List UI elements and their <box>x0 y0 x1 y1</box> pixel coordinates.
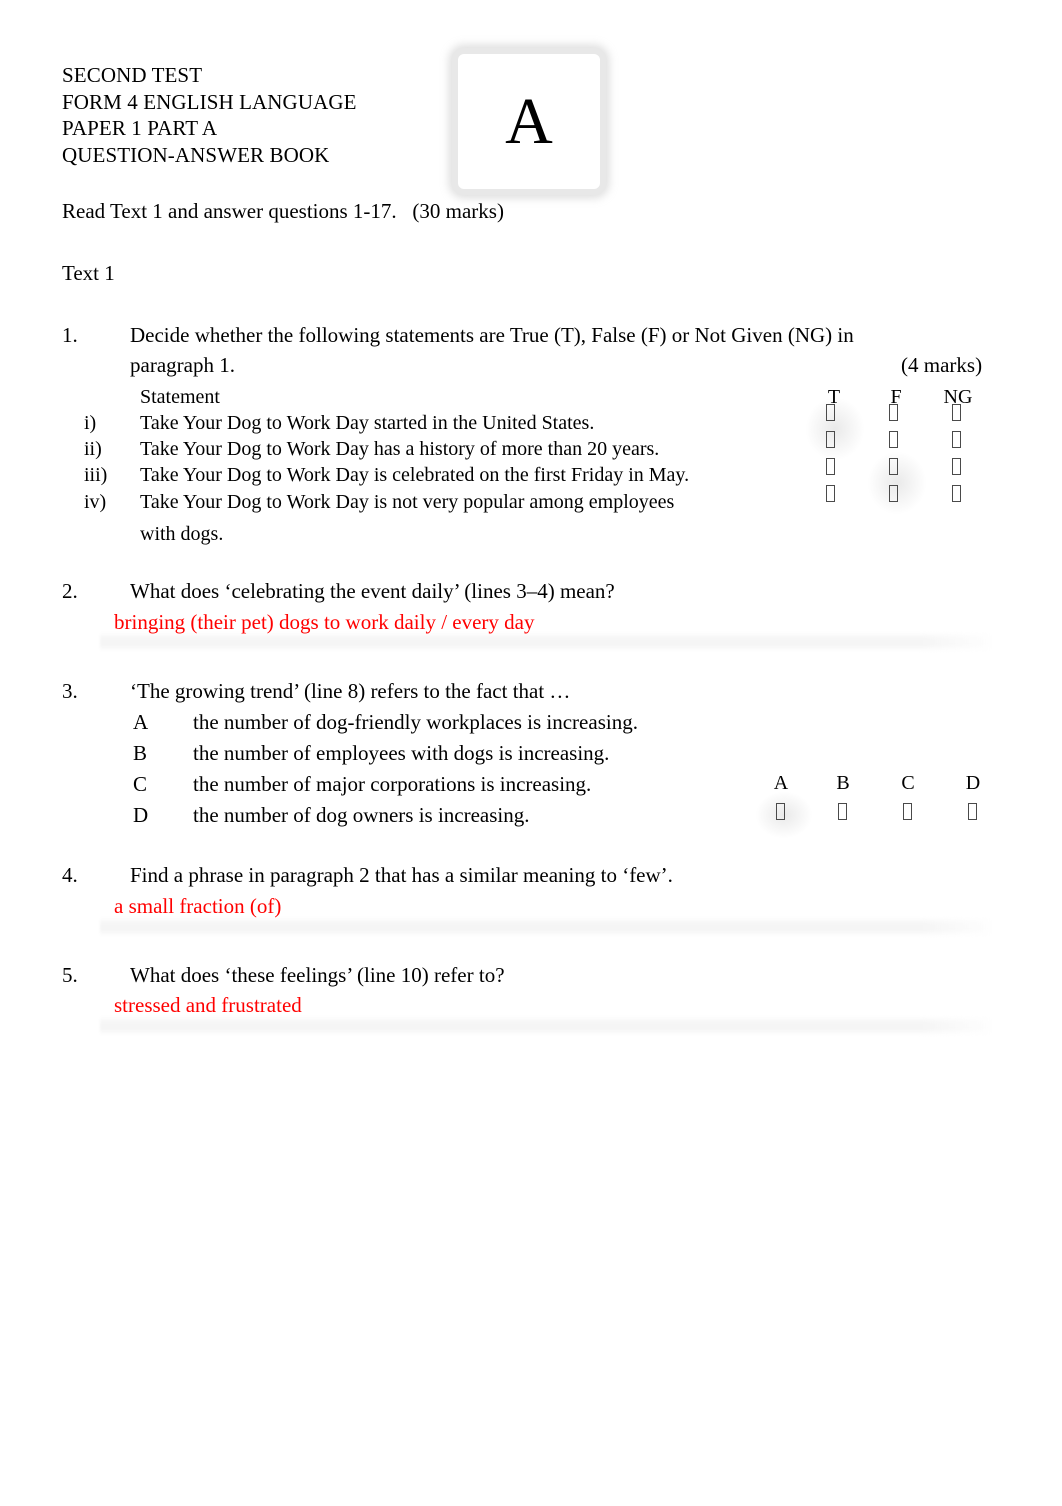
document-page: SECOND TEST FORM 4 ENGLISH LANGUAGE PAPE… <box>0 0 1062 1506</box>
statement-row-text-iv: Take Your Dog to Work Day is not very po… <box>140 491 675 513</box>
question-3-column-header-b: B <box>836 772 850 794</box>
question-2-answer-line <box>100 632 990 652</box>
question-3-prompt: ‘The growing trend’ (line 8) refers to t… <box>130 679 571 703</box>
header-line-4: QUESTION-ANSWER BOOK <box>62 142 330 167</box>
document-header: SECOND TEST FORM 4 ENGLISH LANGUAGE PAPE… <box>62 62 482 168</box>
question-3-column-header-d: D <box>965 772 981 794</box>
checkbox-i-t[interactable] <box>826 404 835 421</box>
checkbox-ii-f[interactable] <box>889 431 898 448</box>
checkbox-iv-ng[interactable] <box>952 485 961 502</box>
statement-column-header: Statement <box>140 386 220 408</box>
question-4-answer: a small fraction (of) <box>114 894 282 918</box>
statement-row-label-ii: ii) <box>84 438 102 460</box>
header-line-3: PAPER 1 PART A <box>62 116 218 140</box>
question-4-number: 4. <box>62 863 78 887</box>
checkbox-ii-t[interactable] <box>826 431 835 448</box>
question-1-prompt-line-2: paragraph 1. <box>130 353 235 377</box>
question-3-column-header-c: C <box>901 772 915 794</box>
question-2-number: 2. <box>62 579 78 603</box>
question-2-prompt: What does ‘celebrating the event daily’ … <box>130 579 615 603</box>
statement-row-text-iv-continued: with dogs. <box>140 523 224 545</box>
question-3-option-c-letter: C <box>133 772 148 796</box>
checkbox-iv-t[interactable] <box>826 485 835 502</box>
question-3-option-b-text[interactable]: the number of employees with dogs is inc… <box>193 738 609 768</box>
question-5-answer-line <box>100 1016 990 1036</box>
question-1-marks: (4 marks) <box>901 353 983 377</box>
question-3-option-a-text[interactable]: the number of dog-friendly workplaces is… <box>193 707 638 737</box>
paper-section-letter: A <box>505 84 553 158</box>
text-1-label: Text 1 <box>62 261 115 285</box>
statement-row-text-iii: Take Your Dog to Work Day is celebrated … <box>140 464 690 486</box>
question-3-checkbox-a[interactable] <box>776 803 785 820</box>
question-3-option-c-text[interactable]: the number of major corporations is incr… <box>193 769 591 799</box>
header-line-1: SECOND TEST <box>62 63 203 87</box>
statement-row-label-i: i) <box>84 412 97 434</box>
question-3-checkbox-d[interactable] <box>968 803 977 820</box>
header-line-2: FORM 4 ENGLISH LANGUAGE <box>62 89 357 114</box>
question-3-checkbox-b[interactable] <box>838 803 847 820</box>
question-1-number: 1. <box>62 323 78 347</box>
checkbox-iii-t[interactable] <box>826 458 835 475</box>
question-3-option-a-letter: A <box>133 710 149 734</box>
statement-row-label-iii: iii) <box>84 464 108 486</box>
question-1-prompt-line-1: Decide whether the following statements … <box>130 323 854 347</box>
question-3-option-d-text[interactable]: the number of dog owners is increasing. <box>193 800 530 830</box>
question-5-prompt: What does ‘these feelings’ (line 10) ref… <box>130 963 505 987</box>
statement-row-text-i: Take Your Dog to Work Day started in the… <box>140 412 595 434</box>
question-3-checkbox-c[interactable] <box>903 803 912 820</box>
paper-section-badge: A <box>452 48 606 195</box>
checkbox-i-ng[interactable] <box>952 404 961 421</box>
checkbox-i-f[interactable] <box>889 404 898 421</box>
question-5-number: 5. <box>62 963 78 987</box>
checkbox-iv-f[interactable] <box>889 485 898 502</box>
statement-row-text-ii: Take Your Dog to Work Day has a history … <box>140 438 660 460</box>
reading-instruction: Read Text 1 and answer questions 1-17. (… <box>62 199 504 223</box>
question-3-column-header-a: A <box>773 772 789 794</box>
checkbox-iii-ng[interactable] <box>952 458 961 475</box>
question-3-number: 3. <box>62 679 78 703</box>
question-5-answer: stressed and frustrated <box>114 993 302 1017</box>
question-4-prompt: Find a phrase in paragraph 2 that has a … <box>130 863 673 887</box>
checkbox-iii-f[interactable] <box>889 458 898 475</box>
checkbox-ii-ng[interactable] <box>952 431 961 448</box>
question-3-option-b-letter: B <box>133 741 148 765</box>
question-4-answer-line <box>100 917 990 937</box>
question-3-option-d-letter: D <box>133 803 149 827</box>
statement-row-label-iv: iv) <box>84 491 107 513</box>
